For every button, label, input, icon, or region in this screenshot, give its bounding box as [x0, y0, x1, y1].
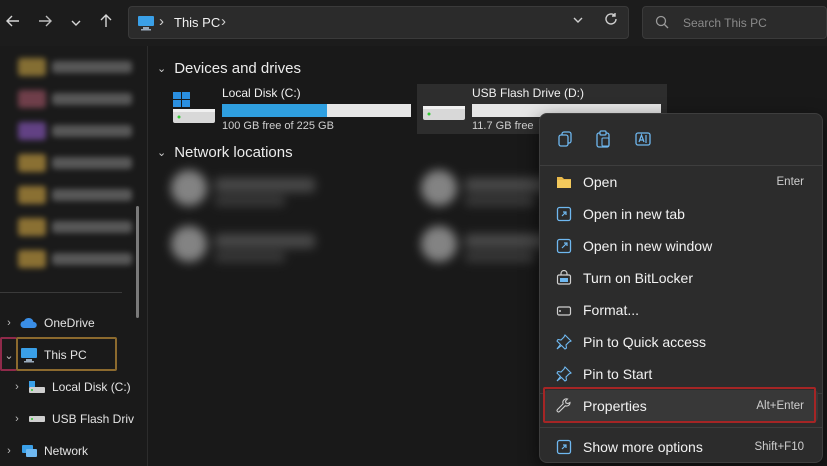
blurred-quick-access-item: [18, 56, 136, 78]
sidebar-item-label: Network: [44, 444, 89, 458]
forward-button[interactable]: [34, 12, 56, 34]
blurred-quick-access-item: [18, 88, 136, 110]
blurred-network-location: [171, 226, 341, 266]
chevron-right-icon[interactable]: ›: [10, 413, 24, 425]
onedrive-icon: [20, 317, 38, 329]
breadcrumb-separator: ›: [159, 13, 164, 30]
drive-name: Local Disk (C:): [222, 86, 301, 100]
sidebar-item-label: OneDrive: [44, 316, 95, 330]
arrow-right-icon: [39, 15, 52, 27]
menu-item-label: Format...: [583, 302, 640, 318]
usb-drive-icon: [421, 90, 467, 131]
arrow-up-icon: [100, 14, 112, 27]
context-menu-quick-actions: [540, 114, 822, 166]
highlight-marker: [0, 337, 17, 371]
sidebar-item-local-disk[interactable]: › Local Disk (C:): [10, 374, 131, 400]
menu-item-label: Pin to Quick access: [583, 334, 706, 350]
drive-free-space: 11.7 GB free: [472, 120, 534, 132]
blurred-quick-access-item: [18, 184, 136, 206]
up-button[interactable]: [95, 12, 117, 34]
new-window-icon: [556, 238, 572, 254]
group-network-locations[interactable]: ⌄ Network locations: [157, 144, 293, 161]
sidebar-divider: [0, 292, 122, 293]
menu-item-label: Open: [583, 174, 618, 190]
menu-item-label: Open in new tab: [583, 206, 685, 222]
breadcrumb-this-pc[interactable]: This PC: [174, 15, 220, 30]
format-icon: [556, 302, 572, 318]
search-icon: [655, 15, 669, 34]
blurred-quick-access-item: [18, 248, 136, 270]
menu-item-label: Pin to Start: [583, 366, 653, 382]
chevron-right-icon[interactable]: ›: [2, 445, 16, 457]
sidebar-item-label: USB Flash Driv: [52, 412, 135, 426]
local-disk-icon: [171, 90, 217, 131]
chevron-right-icon[interactable]: ›: [2, 317, 16, 329]
paste-icon[interactable]: [594, 130, 614, 150]
new-tab-icon: [556, 206, 572, 222]
title-bar: › This PC › Search This PC: [0, 0, 827, 46]
pin-start-icon: [556, 366, 572, 382]
chevron-down-icon[interactable]: ⌄: [157, 146, 166, 159]
more-options-icon: [556, 439, 572, 455]
menu-item-label: Show more options: [583, 439, 703, 455]
sidebar-item-network[interactable]: › Network: [2, 438, 88, 464]
pin-icon: [556, 334, 572, 350]
menu-item-pin-to-start[interactable]: Pin to Start: [544, 358, 818, 390]
computer-icon: [137, 15, 155, 36]
drive-usage-fill: [222, 104, 328, 117]
blurred-network-location: [171, 170, 341, 210]
blurred-quick-access-item: [18, 152, 136, 174]
refresh-icon: [605, 13, 617, 25]
bitlocker-icon: [556, 270, 572, 286]
network-icon: [20, 443, 38, 459]
group-label: Devices and drives: [174, 60, 301, 77]
menu-item-label: Open in new window: [583, 238, 713, 254]
back-button[interactable]: [2, 12, 24, 34]
menu-item-open-in-new-window[interactable]: Open in new window: [544, 230, 818, 262]
menu-item-turn-on-bitlocker[interactable]: Turn on BitLocker: [544, 262, 818, 294]
menu-item-shortcut: Shift+F10: [754, 441, 804, 453]
usb-drive-icon: [28, 414, 46, 424]
blurred-quick-access-item: [18, 120, 136, 142]
menu-item-shortcut: Enter: [776, 176, 805, 188]
sidebar-scrollbar[interactable]: [136, 206, 139, 318]
arrow-left-icon: [6, 15, 19, 27]
chevron-down-icon: [573, 17, 583, 23]
menu-item-open-in-new-tab[interactable]: Open in new tab: [544, 198, 818, 230]
menu-item-open[interactable]: Open Enter: [544, 166, 818, 198]
copy-icon[interactable]: [556, 130, 576, 150]
chevron-down-icon: [71, 20, 81, 26]
drive-name: USB Flash Drive (D:): [472, 86, 585, 100]
address-bar[interactable]: › This PC ›: [128, 6, 629, 39]
sidebar-item-usb-drive[interactable]: › USB Flash Driv: [10, 406, 134, 432]
search-input[interactable]: Search This PC: [683, 16, 767, 30]
folder-icon: [556, 174, 572, 190]
drive-usage-bar: [222, 104, 411, 117]
drive-free-space: 100 GB free of 225 GB: [222, 120, 334, 132]
address-history-button[interactable]: [572, 14, 584, 29]
drive-tile-local-disk[interactable]: Local Disk (C:) 100 GB free of 225 GB: [167, 84, 413, 134]
group-label: Network locations: [174, 144, 293, 161]
breadcrumb-separator[interactable]: ›: [221, 13, 226, 30]
menu-item-label: Turn on BitLocker: [583, 270, 693, 286]
local-disk-icon: [28, 380, 46, 394]
recent-locations-button[interactable]: [65, 12, 87, 34]
sidebar-item-label: Local Disk (C:): [52, 380, 131, 394]
navigation-pane: › OneDrive ⌄ This PC › Local Disk (C:) ›…: [0, 46, 148, 466]
sidebar-item-onedrive[interactable]: › OneDrive: [2, 310, 95, 336]
menu-item-pin-to-quick-access[interactable]: Pin to Quick access: [544, 326, 818, 358]
menu-separator: [540, 427, 822, 428]
search-box[interactable]: Search This PC: [642, 6, 827, 39]
menu-item-show-more-options[interactable]: Show more options Shift+F10: [544, 431, 818, 463]
chevron-right-icon[interactable]: ›: [10, 381, 24, 393]
chevron-down-icon[interactable]: ⌄: [157, 62, 166, 75]
menu-item-format[interactable]: Format...: [544, 294, 818, 326]
highlight-marker: [543, 387, 816, 423]
blurred-quick-access-item: [18, 216, 136, 238]
refresh-button[interactable]: [603, 11, 619, 32]
highlight-marker: [16, 337, 117, 371]
group-devices-and-drives[interactable]: ⌄ Devices and drives: [157, 60, 301, 77]
rename-icon[interactable]: [634, 130, 654, 150]
